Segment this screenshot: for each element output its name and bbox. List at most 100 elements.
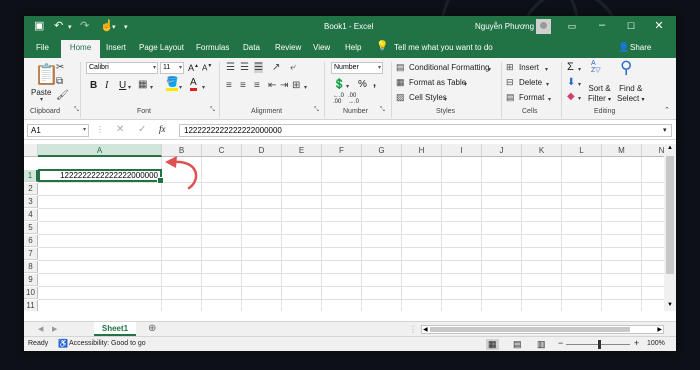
sort-filter-icon[interactable]: A Z▽ <box>591 60 601 74</box>
scroll-left-icon[interactable]: ◀ <box>423 326 428 333</box>
enter-icon[interactable]: ✓ <box>138 124 146 135</box>
new-sheet-icon[interactable]: ⊕ <box>148 323 156 334</box>
tab-file[interactable]: File <box>36 43 49 52</box>
close-icon[interactable]: ✕ <box>652 19 666 32</box>
clipboard-launcher-icon[interactable]: ⤡ <box>74 107 79 114</box>
column-header[interactable]: J <box>482 144 522 157</box>
column-header[interactable]: N <box>642 144 664 157</box>
row-header[interactable]: 10 <box>24 287 38 299</box>
touch-dropdown-icon[interactable]: ▾ <box>112 23 116 31</box>
fill-color-icon[interactable]: 🪣 <box>166 78 179 91</box>
format-as-table-dropdown-icon[interactable]: ▾ <box>464 81 467 88</box>
font-name-select[interactable]: Calibri ▾ <box>86 62 158 74</box>
increase-decimal-icon[interactable]: ←.0.00 <box>333 93 344 105</box>
row-header[interactable]: 5 <box>24 222 38 234</box>
fill-color-dropdown-icon[interactable]: ▾ <box>179 84 182 91</box>
tab-help[interactable]: Help <box>345 43 361 52</box>
zoom-level[interactable]: 100% <box>647 340 665 347</box>
scroll-thumb[interactable] <box>666 156 674 274</box>
grow-font-icon[interactable]: A▲ <box>188 63 199 73</box>
share-button[interactable]: Share <box>630 43 651 52</box>
format-painter-icon[interactable]: 🖌 <box>56 90 69 101</box>
conditional-formatting-icon[interactable]: ▤ <box>396 62 405 73</box>
column-header[interactable]: M <box>602 144 642 157</box>
tab-insert[interactable]: Insert <box>106 43 126 52</box>
prev-sheet-icon[interactable]: ◀ <box>38 325 43 333</box>
zoom-out-button[interactable]: − <box>558 338 563 348</box>
number-launcher-icon[interactable]: ⤡ <box>380 107 385 114</box>
select-all-corner[interactable] <box>24 144 38 157</box>
merge-center-icon[interactable]: ⊞ <box>292 80 300 91</box>
conditional-formatting-button[interactable]: Conditional Formatting <box>409 63 489 72</box>
font-size-select[interactable]: 11 ▾ <box>160 62 184 74</box>
clear-dropdown-icon[interactable]: ▾ <box>578 95 581 102</box>
save-icon[interactable]: ▣ <box>34 19 44 32</box>
scroll-thumb[interactable] <box>430 327 630 332</box>
italic-icon[interactable]: I <box>105 80 108 91</box>
wrap-text-icon[interactable]: ⤶ <box>290 62 296 73</box>
row-header[interactable]: 9 <box>24 274 38 286</box>
customize-qat-icon[interactable]: ▾ <box>124 23 128 31</box>
alignment-launcher-icon[interactable]: ⤡ <box>314 107 319 114</box>
insert-cells-icon[interactable]: ⊞ <box>506 62 514 73</box>
copy-icon[interactable]: ⧉ <box>56 76 63 87</box>
align-center-icon[interactable]: ≡ <box>240 80 246 91</box>
delete-cells-icon[interactable]: ⊟ <box>506 77 514 88</box>
worksheet-grid[interactable]: A B C D E F G H I J K L M N 1 2 3 4 5 6 … <box>24 144 664 311</box>
font-launcher-icon[interactable]: ⤡ <box>210 107 215 114</box>
zoom-thumb[interactable] <box>598 340 601 349</box>
decrease-indent-icon[interactable]: ⇤ <box>268 80 276 91</box>
format-dropdown-icon[interactable]: ▾ <box>548 96 551 103</box>
tab-review[interactable]: Review <box>275 43 301 52</box>
insert-dropdown-icon[interactable]: ▾ <box>545 66 548 73</box>
maximize-icon[interactable]: ☐ <box>624 21 638 32</box>
avatar[interactable] <box>536 19 551 34</box>
bold-icon[interactable]: B <box>90 80 97 91</box>
accounting-format-icon[interactable]: 💲 <box>333 79 345 90</box>
next-sheet-icon[interactable]: ▶ <box>52 325 57 333</box>
minimize-icon[interactable]: – <box>595 19 609 31</box>
align-top-icon[interactable]: ☰ <box>226 62 235 73</box>
collapse-ribbon-icon[interactable]: ⌃ <box>664 106 670 114</box>
delete-dropdown-icon[interactable]: ▾ <box>546 81 549 88</box>
cut-icon[interactable]: ✂ <box>56 62 64 73</box>
column-header[interactable]: I <box>442 144 482 157</box>
column-header[interactable]: L <box>562 144 602 157</box>
insert-cells-button[interactable]: Insert <box>519 63 539 72</box>
sheet-tab-sheet1[interactable]: Sheet1 <box>94 322 136 336</box>
clear-icon[interactable]: ◆ <box>567 91 575 102</box>
cell-styles-dropdown-icon[interactable]: ▾ <box>444 96 447 103</box>
redo-icon[interactable]: ↷ <box>80 19 89 32</box>
accessibility-icon[interactable]: ♿ <box>58 339 68 348</box>
font-color-dropdown-icon[interactable]: ▾ <box>202 84 205 91</box>
tab-home[interactable]: Home <box>61 40 100 58</box>
increase-indent-icon[interactable]: ⇥ <box>280 80 288 91</box>
format-as-table-icon[interactable]: ▦ <box>396 77 405 88</box>
align-left-icon[interactable]: ≡ <box>226 80 232 91</box>
column-header[interactable]: K <box>522 144 562 157</box>
conditional-formatting-dropdown-icon[interactable]: ▾ <box>488 66 491 73</box>
orientation-icon[interactable]: ↗ <box>272 62 280 73</box>
row-header[interactable]: 7 <box>24 248 38 260</box>
row-header[interactable]: 11 <box>24 300 38 311</box>
format-as-table-button[interactable]: Format as Table <box>409 78 466 87</box>
normal-view-icon[interactable]: ▦ <box>486 339 499 350</box>
merge-dropdown-icon[interactable]: ▾ <box>304 84 307 91</box>
find-select-button[interactable]: Find & Select ▾ <box>617 84 644 105</box>
row-header[interactable]: 4 <box>24 209 38 221</box>
accounting-dropdown-icon[interactable]: ▾ <box>346 83 349 90</box>
percent-style-icon[interactable]: % <box>358 79 367 90</box>
underline-icon[interactable]: U <box>119 80 126 91</box>
column-header[interactable]: G <box>362 144 402 157</box>
row-header[interactable]: 8 <box>24 261 38 273</box>
fill-icon[interactable]: ⬇ <box>567 77 575 88</box>
ribbon-display-options-icon[interactable]: ▭ <box>565 21 579 32</box>
formula-bar-grip-icon[interactable]: ⋮ <box>96 125 104 134</box>
insert-function-icon[interactable]: fx <box>159 124 166 134</box>
delete-cells-button[interactable]: Delete <box>519 78 542 87</box>
row-header[interactable]: 2 <box>24 183 38 195</box>
page-break-view-icon[interactable]: ▥ <box>537 339 546 350</box>
number-format-select[interactable]: Number ▾ <box>331 62 383 74</box>
align-bottom-icon[interactable]: ☰ <box>254 62 263 73</box>
tell-me-search[interactable]: Tell me what you want to do <box>394 43 493 52</box>
